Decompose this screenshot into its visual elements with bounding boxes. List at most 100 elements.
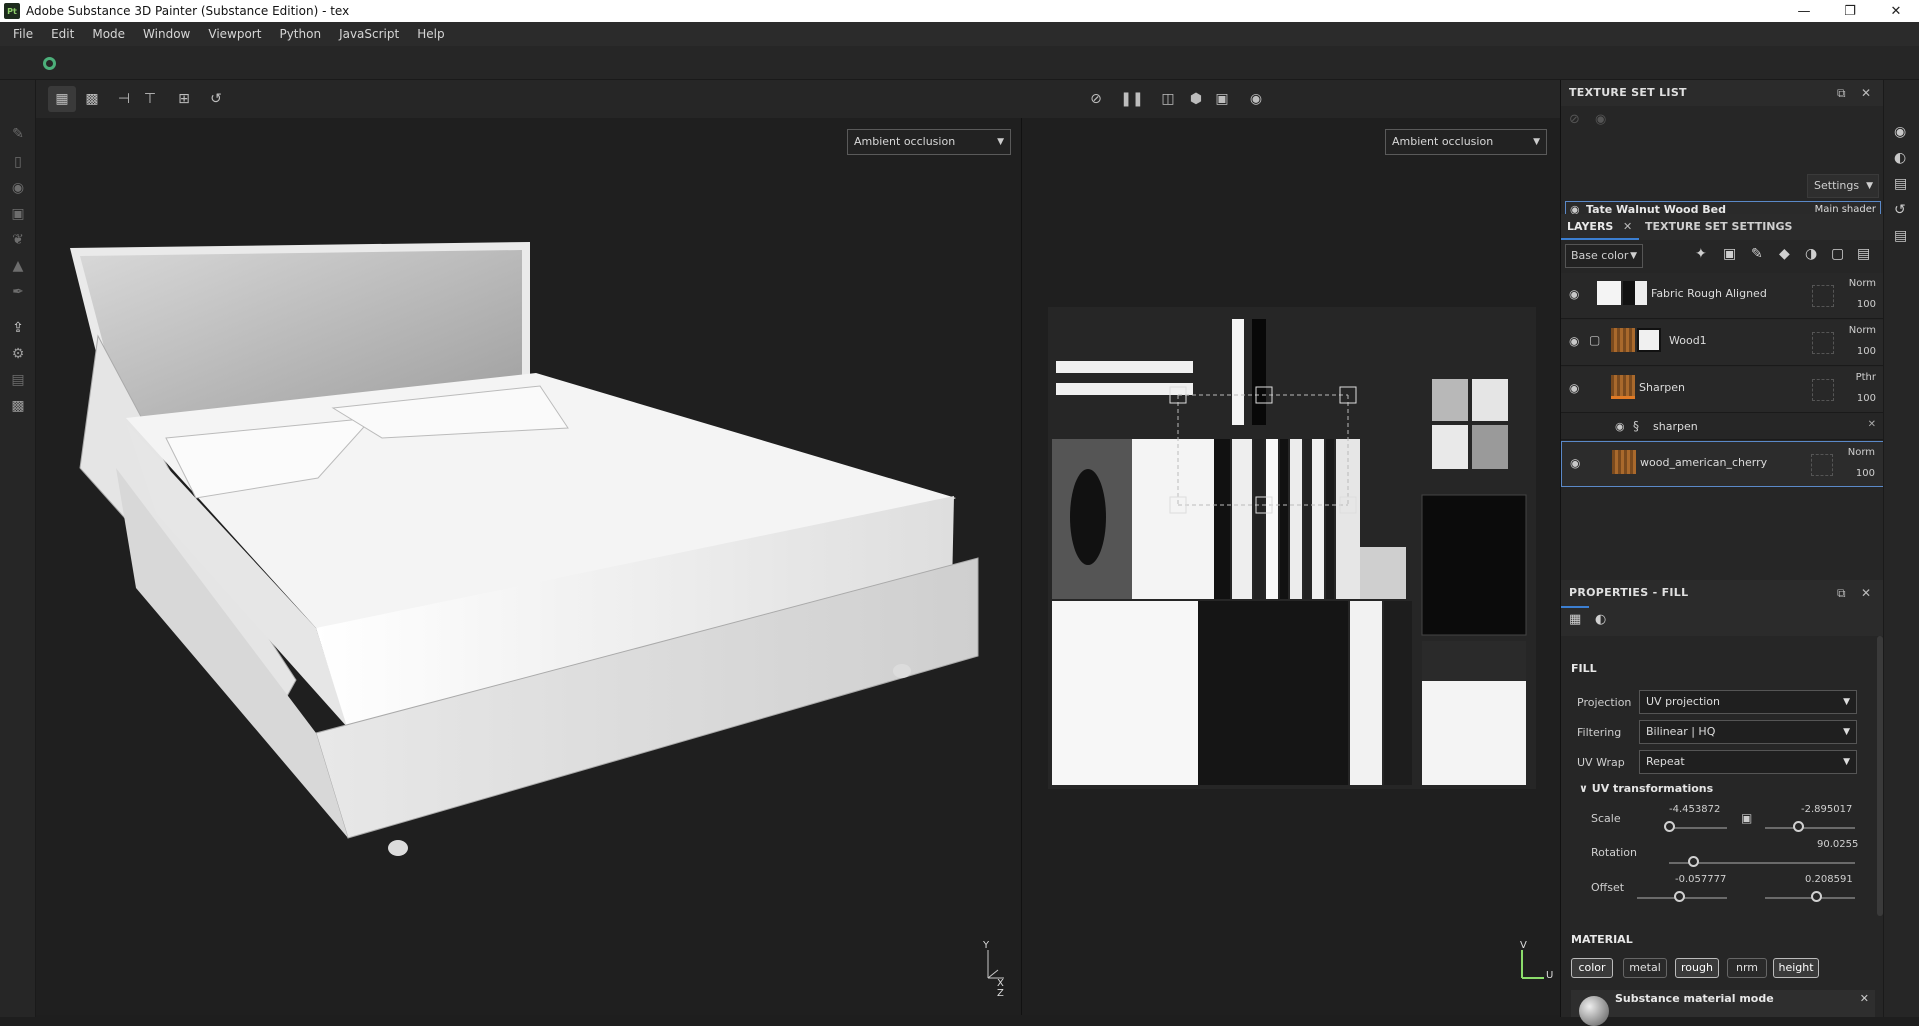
blend-mode[interactable]: Norm: [1849, 278, 1876, 289]
texture-set-settings-dropdown[interactable]: Settings ▼: [1807, 174, 1879, 198]
plugin-status-icon[interactable]: [43, 57, 56, 70]
layer-opacity[interactable]: 100: [1857, 393, 1876, 404]
camera-video-icon[interactable]: ▣: [1208, 86, 1236, 112]
eye-icon[interactable]: ◉: [1570, 456, 1580, 470]
blend-mode[interactable]: Norm: [1848, 447, 1875, 458]
menu-javascript[interactable]: JavaScript: [330, 22, 408, 46]
history-icon[interactable]: ↺: [202, 86, 230, 112]
grid-options-icon[interactable]: ▩: [78, 86, 106, 112]
bake-export-icon[interactable]: ⇪: [8, 318, 28, 338]
layer-row[interactable]: ◉ Sharpen Pthr 100: [1561, 367, 1884, 413]
log-icon[interactable]: ▤: [1894, 228, 1907, 244]
layer-row[interactable]: ◉ Fabric Rough Aligned Norm 100: [1561, 273, 1884, 319]
layer-opacity[interactable]: 100: [1856, 468, 1875, 479]
scale-u-knob[interactable]: [1664, 821, 1675, 832]
viewport-2d[interactable]: Ambient occlusion ▼ V U: [1022, 118, 1560, 1015]
color-picker-icon[interactable]: ✒: [8, 282, 28, 302]
menu-python[interactable]: Python: [270, 22, 330, 46]
add-effect-icon[interactable]: ✦: [1695, 246, 1707, 262]
mask-slot[interactable]: [1812, 285, 1834, 307]
offset-u-value[interactable]: -0.057777: [1675, 874, 1726, 885]
projection-dropdown[interactable]: UV projection ▼: [1639, 690, 1857, 714]
eye-icon[interactable]: ◉: [1595, 112, 1606, 127]
assets-icon[interactable]: ▤: [1894, 176, 1907, 192]
layer-opacity[interactable]: 100: [1857, 346, 1876, 357]
menu-viewport[interactable]: Viewport: [199, 22, 270, 46]
remove-effect-icon[interactable]: ✕: [1868, 419, 1876, 430]
fit-icon[interactable]: ⊞: [170, 86, 198, 112]
history-icon[interactable]: ↺: [1894, 202, 1906, 218]
material-color-button[interactable]: color: [1571, 958, 1613, 978]
rotation-knob[interactable]: [1688, 856, 1699, 867]
offset-v-slider[interactable]: [1765, 897, 1855, 899]
hide-overlay-icon[interactable]: ⊘: [1082, 86, 1110, 112]
material-rough-button[interactable]: rough: [1675, 958, 1719, 978]
pause-icon[interactable]: ❚❚: [1118, 86, 1146, 112]
screenshot-camera-icon[interactable]: ◉: [1242, 86, 1270, 112]
add-paint-layer-icon[interactable]: ✎: [1751, 246, 1763, 262]
projection-icon[interactable]: ◉: [8, 178, 28, 198]
eraser-icon[interactable]: ▯: [8, 152, 28, 172]
uvwrap-dropdown[interactable]: Repeat ▼: [1639, 750, 1857, 774]
close-panel-icon[interactable]: ✕: [1861, 580, 1871, 606]
offset-v-knob[interactable]: [1811, 891, 1822, 902]
blend-mode[interactable]: Pthr: [1856, 372, 1876, 383]
eye-icon[interactable]: ◉: [1569, 381, 1579, 395]
mask-slot[interactable]: [1811, 454, 1833, 476]
add-mask-icon[interactable]: ▣: [1723, 246, 1736, 262]
substance-material-mode[interactable]: Substance material mode ✕: [1571, 990, 1875, 1026]
split-view-icon[interactable]: ◫: [1154, 86, 1182, 112]
delete-icon[interactable]: ▤: [1857, 246, 1870, 262]
tab-texture-set-settings[interactable]: TEXTURE SET SETTINGS: [1645, 220, 1792, 233]
uv-transformations-toggle[interactable]: ∨ UV transformations: [1579, 782, 1713, 795]
material-sphere-icon[interactable]: ◐: [1595, 612, 1606, 627]
menu-window[interactable]: Window: [134, 22, 199, 46]
log-icon[interactable]: ▩: [8, 396, 28, 416]
smudge-icon[interactable]: ❦: [8, 230, 28, 250]
tab-layers[interactable]: LAYERS: [1567, 220, 1613, 233]
viewport-3d[interactable]: Ambient occlusion ▼ Y X Z: [36, 118, 1021, 1015]
menu-mode[interactable]: Mode: [83, 22, 134, 46]
paint-brush-icon[interactable]: ✎: [8, 124, 28, 144]
effect-row[interactable]: ◉ § sharpen ✕: [1561, 414, 1884, 440]
geometry-decal-icon[interactable]: ▣: [8, 204, 28, 224]
restore-icon[interactable]: ❐: [1827, 0, 1873, 22]
float-panel-icon[interactable]: ⧉: [1837, 80, 1846, 106]
menu-edit[interactable]: Edit: [42, 22, 83, 46]
grid-icon[interactable]: ▦: [48, 86, 76, 112]
eye-icon[interactable]: ◉: [1615, 420, 1625, 433]
eye-icon[interactable]: ◉: [1569, 287, 1579, 301]
channel-dropdown-2d[interactable]: Ambient occlusion ▼: [1385, 129, 1547, 155]
offset-u-knob[interactable]: [1674, 891, 1685, 902]
material-height-button[interactable]: height: [1773, 958, 1819, 978]
hide-icon[interactable]: ⊘: [1569, 112, 1580, 127]
scale-u-slider[interactable]: [1669, 827, 1727, 829]
mask-slot[interactable]: [1812, 379, 1834, 401]
settings-gear-icon[interactable]: ⚙: [8, 344, 28, 364]
add-smart-material-icon[interactable]: ◑: [1805, 246, 1817, 262]
mesh-icon[interactable]: ▤: [8, 370, 28, 390]
float-panel-icon[interactable]: ⧉: [1837, 580, 1846, 606]
lock-icon[interactable]: ▣: [1741, 811, 1752, 825]
offset-v-value[interactable]: 0.208591: [1805, 874, 1853, 885]
close-panel-icon[interactable]: ✕: [1861, 80, 1871, 106]
clone-stamp-icon[interactable]: ▲: [8, 256, 28, 276]
channel-select[interactable]: Base color ▼: [1565, 244, 1643, 268]
cube-view-icon[interactable]: ⬢: [1182, 86, 1210, 112]
add-fill-layer-icon[interactable]: ◆: [1779, 246, 1790, 262]
scale-u-value[interactable]: -4.453872: [1669, 804, 1720, 815]
scale-v-slider[interactable]: [1765, 827, 1855, 829]
folder-icon[interactable]: ▢: [1589, 333, 1600, 347]
scale-v-value[interactable]: -2.895017: [1801, 804, 1852, 815]
menu-help[interactable]: Help: [408, 22, 453, 46]
mirror-x-icon[interactable]: ⊣: [110, 86, 138, 112]
material-nrm-button[interactable]: nrm: [1727, 958, 1767, 978]
close-icon[interactable]: ✕: [1873, 0, 1919, 22]
layer-row[interactable]: ◉ ▢ Wood1 Norm 100: [1561, 320, 1884, 366]
layer-row-selected[interactable]: ◉ wood_american_cherry Norm 100: [1561, 441, 1884, 487]
add-folder-icon[interactable]: ▢: [1831, 246, 1844, 262]
close-tab-icon[interactable]: ✕: [1623, 220, 1632, 233]
menu-file[interactable]: File: [4, 22, 42, 46]
mirror-y-icon[interactable]: ⊤: [136, 86, 164, 112]
rotation-value[interactable]: 90.0255: [1817, 839, 1858, 850]
